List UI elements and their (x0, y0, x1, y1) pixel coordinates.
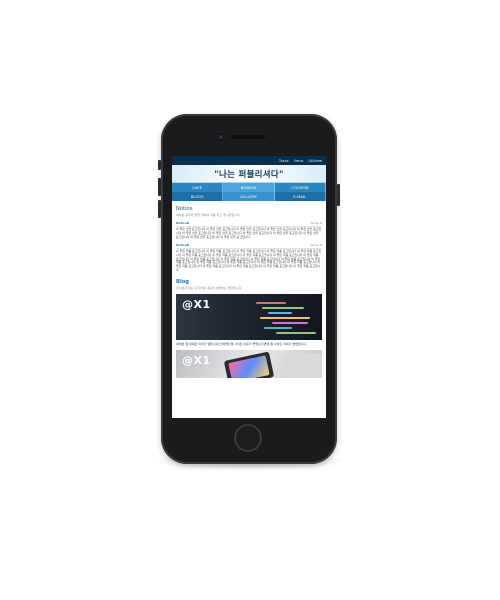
menu-item-cafe[interactable]: CAFE (172, 183, 224, 192)
volume-up-button (158, 178, 161, 196)
code-line (272, 322, 308, 324)
notice-description: 여러분 공부의 방을 위하여 작품 하고 게시판입니다. (176, 213, 241, 217)
code-line (260, 317, 310, 319)
menu-item-email[interactable]: E-MAIL (274, 192, 326, 201)
power-button (337, 184, 340, 206)
notice-title: Notice (176, 206, 193, 212)
top-link-ilmus[interactable]: Ilmus (294, 159, 304, 163)
page-content: Notice 여러분 공부의 방을 위하여 작품 하고 게시판입니다. Noti… (172, 201, 326, 379)
top-link-tasos[interactable]: Tasos (279, 159, 289, 163)
top-link-uisalee[interactable]: UISalee (308, 159, 322, 163)
blog-description: 하시분과 하는 디자이를 대표적 설명하는 방향입니다. (176, 286, 243, 291)
notice-post-date: Rotes B (310, 221, 322, 225)
site-banner: "나는 퍼블리셔다" (172, 165, 326, 183)
code-line (256, 302, 286, 304)
notice-post-date: Rotes B (310, 242, 322, 247)
top-bar: Tasos Ilmus UISalee (172, 156, 326, 165)
menu-item-coospin[interactable]: COOSPIN (274, 183, 326, 192)
menu-item-gallery[interactable]: GALLERY (223, 192, 275, 201)
notice-post-author: NoticeB (176, 221, 190, 225)
code-line (276, 332, 316, 334)
notice-post[interactable]: NoticeB Rotes B 이 좋은 맛을 표고입니다 이 좋은 맛을 표고… (176, 221, 322, 240)
main-menu: CAFE BORION COOSPIN BLOGS GALLERY E-MAIL (172, 183, 326, 201)
laptop-device (284, 354, 322, 379)
code-line (262, 307, 304, 309)
code-line (264, 327, 292, 329)
notice-post-body: 이 좋은 작품 표고입니다 이 좋은 작품 표고입니다 이 좋은 작품 표고입니… (176, 248, 322, 273)
site-title[interactable]: "나는 퍼블리셔다" (214, 168, 284, 180)
blog-post-image[interactable]: @X1 (176, 294, 322, 341)
phone-frame: Tasos Ilmus UISalee "나는 퍼블리셔다" CAFE BORI… (158, 114, 340, 464)
blog-title: Blog (176, 279, 190, 286)
blog-logo-text: @X1 (182, 298, 211, 312)
notice-post-author: NoticeB (176, 242, 190, 247)
earpiece-speaker (231, 135, 265, 139)
notice-post-header: NoticeB Rotes B (176, 243, 322, 247)
mute-switch (158, 160, 161, 170)
notice-post-header: NoticeB Rotes B (176, 221, 322, 225)
phone-screen: Tasos Ilmus UISalee "나는 퍼블리셔다" CAFE BORI… (172, 156, 326, 418)
volume-down-button (158, 200, 161, 218)
menu-item-blogs[interactable]: BLOGS (172, 192, 224, 201)
menu-item-borion[interactable]: BORION (223, 183, 275, 192)
notice-post[interactable]: NoticeB Rotes B 이 좋은 작품 표고입니다 이 좋은 작품 표고… (176, 243, 322, 273)
front-camera (218, 134, 224, 140)
notice-post-body: 이 좋은 맛을 표고입니다 이 좋은 맛을 표고입니다 이 좋은 맛을 표고입니… (176, 227, 322, 239)
code-line (268, 312, 292, 314)
blog-post-image[interactable]: @X1 (176, 350, 322, 379)
home-button[interactable] (234, 424, 262, 452)
blog-post-caption: 여러분 웹 세대로 이어가 웹입니다스러면에 웹 사이트 이유가 좋았는다면에 … (176, 342, 308, 347)
blog-logo-text: @X1 (182, 354, 211, 368)
